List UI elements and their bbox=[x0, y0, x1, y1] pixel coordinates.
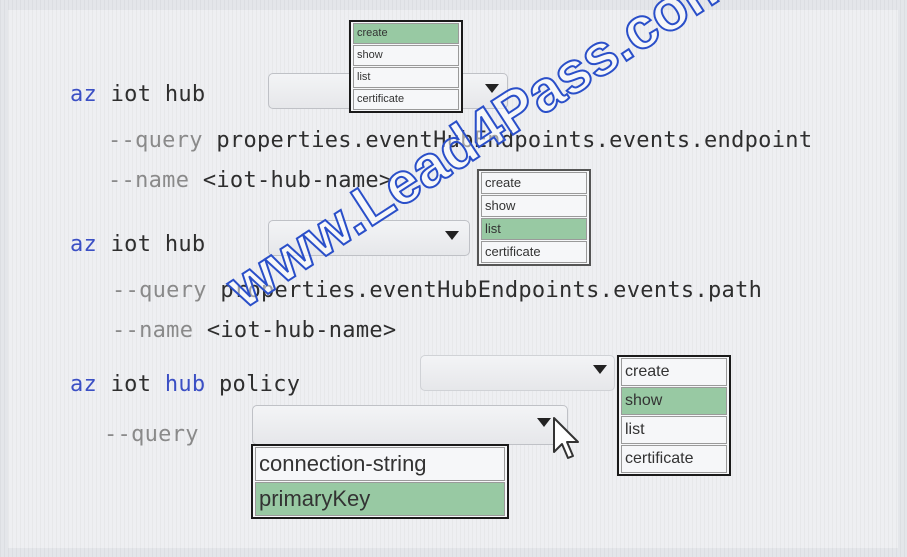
az-keyword: az bbox=[70, 372, 98, 397]
command-3-dropdown[interactable] bbox=[420, 355, 615, 391]
option-certificate[interactable]: certificate bbox=[481, 241, 587, 263]
option-certificate[interactable]: certificate bbox=[353, 89, 459, 110]
query-flag: --query bbox=[108, 128, 203, 153]
option-create[interactable]: create bbox=[481, 172, 587, 194]
query-flag: --query bbox=[112, 278, 207, 303]
dropdown-1-options: create show list certificate bbox=[349, 20, 463, 113]
command-1-line: az iot hub bbox=[70, 82, 205, 107]
option-create[interactable]: create bbox=[621, 358, 727, 386]
iot-hub-text: iot hub bbox=[110, 82, 206, 107]
iot-hub-text: iot hub bbox=[110, 232, 206, 257]
chevron-down-icon[interactable] bbox=[593, 365, 607, 374]
command-2-query-line: --query properties.eventHubEndpoints.eve… bbox=[112, 278, 762, 303]
option-create[interactable]: create bbox=[353, 23, 459, 44]
option-list[interactable]: list bbox=[353, 67, 459, 88]
query-flag: --query bbox=[104, 422, 199, 447]
option-list[interactable]: list bbox=[481, 218, 587, 240]
command-2-line: az iot hub bbox=[70, 232, 205, 257]
name-value: <iot-hub-name> bbox=[206, 318, 397, 343]
az-keyword: az bbox=[70, 82, 98, 107]
az-keyword: az bbox=[70, 232, 98, 257]
option-show[interactable]: show bbox=[353, 45, 459, 66]
dropdown-3-options: create show list certificate bbox=[617, 355, 731, 476]
mouse-pointer-icon bbox=[553, 417, 579, 459]
option-certificate[interactable]: certificate bbox=[621, 445, 727, 473]
name-flag: --name bbox=[108, 168, 190, 193]
chevron-down-icon[interactable] bbox=[445, 231, 459, 240]
option-show[interactable]: show bbox=[621, 387, 727, 415]
policy-text: policy bbox=[219, 372, 301, 397]
query-dropdown-options: connection-string primaryKey bbox=[251, 444, 509, 519]
command-3-query-line: --query bbox=[104, 422, 199, 447]
option-show[interactable]: show bbox=[481, 195, 587, 217]
name-flag: --name bbox=[112, 318, 194, 343]
command-2-name-line: --name <iot-hub-name> bbox=[112, 318, 396, 343]
command-3-line: az iot hub policy bbox=[70, 372, 300, 397]
chevron-down-icon[interactable] bbox=[537, 418, 551, 427]
hub-text: hub bbox=[164, 372, 206, 397]
query-dropdown[interactable] bbox=[252, 405, 568, 445]
option-primarykey[interactable]: primaryKey bbox=[255, 482, 505, 516]
iot-text: iot bbox=[110, 372, 152, 397]
option-list[interactable]: list bbox=[621, 416, 727, 444]
dropdown-2-options: create show list certificate bbox=[477, 169, 591, 266]
option-connection-string[interactable]: connection-string bbox=[255, 447, 505, 481]
